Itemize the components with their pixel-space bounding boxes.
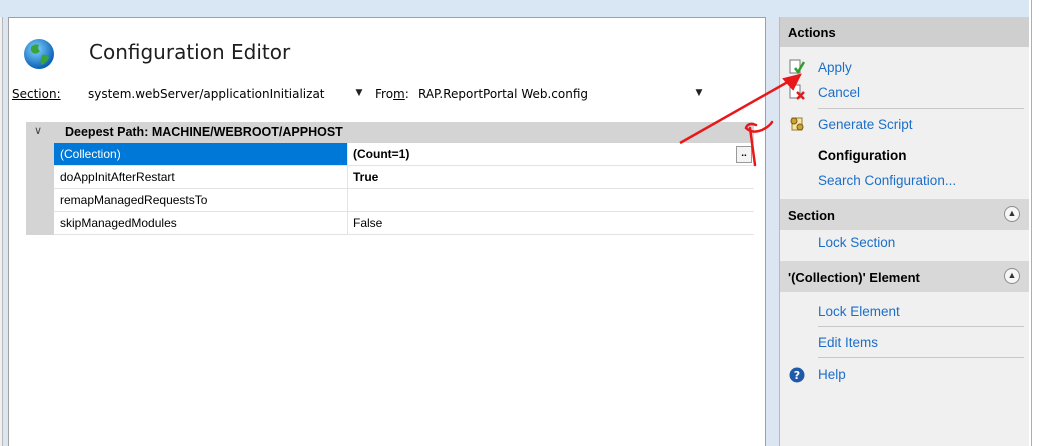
row-gutter [26, 143, 54, 166]
separator [818, 108, 1024, 109]
separator [818, 357, 1024, 358]
property-grid: ∨ Deepest Path: MACHINE/WEBROOT/APPHOST … [26, 122, 754, 240]
editor-header: Configuration Editor [9, 18, 765, 78]
property-rows: (Collection) (Count=1) .. doAppInitAfter… [26, 143, 754, 235]
generate-script-link[interactable]: Generate Script [818, 117, 913, 132]
property-group-header[interactable]: ∨ Deepest Path: MACHINE/WEBROOT/APPHOST [26, 122, 754, 143]
lock-section-link[interactable]: Lock Section [818, 235, 895, 250]
collapse-up-icon[interactable]: ▲ [1004, 268, 1020, 284]
property-name[interactable]: doAppInitAfterRestart [54, 166, 347, 189]
from-label: From: [375, 87, 409, 101]
page-title: Configuration Editor [89, 40, 291, 64]
property-name[interactable]: remapManagedRequestsTo [54, 189, 347, 212]
row-gutter [26, 212, 54, 235]
section-group-header[interactable]: Section ▲ [780, 199, 1030, 230]
search-configuration-link[interactable]: Search Configuration... [818, 173, 956, 188]
element-group-title: '(Collection)' Element [788, 270, 920, 285]
section-group-title: Section [788, 208, 835, 223]
property-row[interactable]: doAppInitAfterRestart True [26, 166, 754, 189]
property-value[interactable]: True [347, 166, 754, 189]
actions-title: Actions [780, 17, 1030, 47]
ellipsis-button[interactable]: .. [736, 146, 752, 163]
property-row[interactable]: (Collection) (Count=1) .. [26, 143, 754, 166]
cancel-icon[interactable] [789, 84, 805, 100]
property-value[interactable]: False [347, 212, 754, 235]
apply-link[interactable]: Apply [818, 60, 852, 75]
property-name[interactable]: skipManagedModules [54, 212, 347, 235]
property-name[interactable]: (Collection) [54, 143, 347, 166]
property-row[interactable]: remapManagedRequestsTo [26, 189, 754, 212]
row-gutter [26, 189, 54, 212]
element-group-header[interactable]: '(Collection)' Element ▲ [780, 261, 1030, 292]
cancel-link[interactable]: Cancel [818, 85, 860, 100]
section-selector-row: Section: system.webServer/applicationIni… [9, 81, 765, 105]
window-border [1031, 0, 1032, 446]
svg-text:?: ? [794, 369, 800, 382]
help-icon[interactable]: ? [789, 367, 805, 383]
property-value[interactable] [347, 189, 754, 212]
apply-icon[interactable] [789, 59, 805, 75]
section-dropdown-value: system.webServer/applicationInitializat [88, 87, 325, 101]
separator [818, 326, 1024, 327]
section-dropdown[interactable]: system.webServer/applicationInitializat [84, 82, 354, 104]
globe-icon [24, 39, 54, 69]
property-value-text: (Count=1) [353, 147, 410, 161]
section-label: Section: [12, 87, 61, 101]
dropdown-arrow-icon[interactable]: ▼ [351, 85, 367, 101]
property-row[interactable]: skipManagedModules False [26, 212, 754, 235]
from-dropdown-value: RAP.ReportPortal Web.config [418, 87, 589, 101]
row-gutter [26, 166, 54, 189]
actions-pane: Actions Apply Cancel Generate Script Con… [779, 17, 1030, 446]
lock-element-link[interactable]: Lock Element [818, 304, 900, 319]
script-icon[interactable] [789, 116, 805, 132]
edit-items-link[interactable]: Edit Items [818, 335, 878, 350]
left-pane-edge [0, 17, 3, 446]
collapse-up-icon[interactable]: ▲ [1004, 206, 1020, 222]
window-top-strip [0, 0, 1039, 17]
property-value[interactable]: (Count=1) .. [347, 143, 754, 166]
property-group-title: Deepest Path: MACHINE/WEBROOT/APPHOST [65, 125, 343, 139]
configuration-heading: Configuration [818, 148, 907, 163]
chevron-down-icon[interactable]: ∨ [34, 124, 42, 137]
dropdown-arrow-icon[interactable]: ▼ [691, 85, 707, 101]
configuration-editor-panel: Configuration Editor Section: system.web… [8, 17, 766, 446]
from-dropdown[interactable]: RAP.ReportPortal Web.config [414, 82, 706, 104]
help-link[interactable]: Help [818, 367, 846, 382]
